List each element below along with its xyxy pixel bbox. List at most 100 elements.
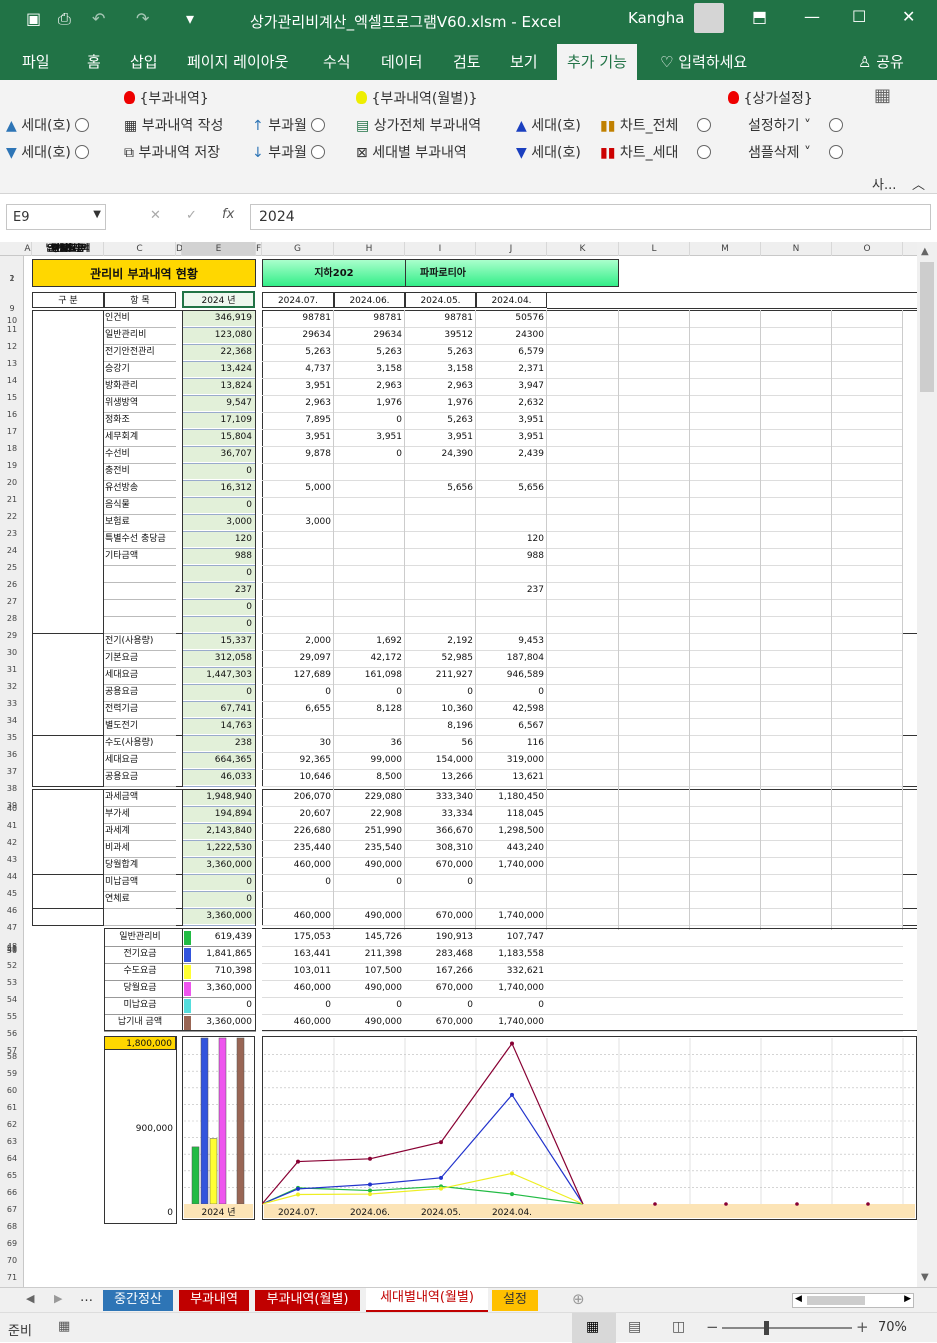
month-value[interactable]	[334, 532, 405, 547]
summary-total[interactable]: 0	[192, 998, 255, 1013]
summary-month-value[interactable]: 190,913	[405, 930, 476, 945]
month-value[interactable]: 6,655	[262, 702, 334, 717]
summary-total[interactable]: 1,841,865	[192, 947, 255, 962]
year-total[interactable]: 0	[183, 464, 255, 479]
write-charges-button[interactable]: ▦ 부과내역 작성	[124, 115, 223, 135]
year-total[interactable]: 120	[183, 532, 255, 547]
item-label[interactable]: 과세금액	[105, 790, 175, 805]
year-total[interactable]: 3,000	[183, 515, 255, 530]
month-value[interactable]: 2,632	[476, 396, 547, 411]
row-header[interactable]: 56	[0, 1029, 24, 1041]
item-label[interactable]: 수도(사용량)	[105, 736, 175, 751]
month-value[interactable]: 42,598	[476, 702, 547, 717]
month-value[interactable]: 6,579	[476, 345, 547, 360]
horizontal-scrollbar[interactable]: ◀ ▶	[792, 1293, 914, 1308]
month-value[interactable]: 3,158	[405, 362, 476, 377]
month-value[interactable]: 0	[262, 875, 334, 890]
row-header[interactable]: 53	[0, 978, 24, 990]
ribbon-display-icon[interactable]: ⬒	[752, 7, 767, 26]
month-value[interactable]	[405, 464, 476, 479]
row-header[interactable]: 70	[0, 1256, 24, 1268]
row-header[interactable]: 16	[0, 410, 24, 422]
bar-3[interactable]	[218, 1037, 227, 1205]
month-value[interactable]	[405, 617, 476, 632]
shop-name[interactable]: 지하202	[262, 259, 406, 287]
month-value[interactable]: 229,080	[334, 790, 405, 805]
row-header[interactable]: 36	[0, 750, 24, 762]
month-value[interactable]: 237	[476, 583, 547, 598]
zoom-level[interactable]: 70%	[878, 1320, 907, 1335]
month-value[interactable]: 2,963	[405, 379, 476, 394]
month-value[interactable]: 3,000	[262, 515, 334, 530]
summary-month-value[interactable]: 103,011	[262, 964, 334, 979]
data-point[interactable]	[439, 1186, 443, 1191]
month-value[interactable]	[405, 498, 476, 513]
column-header[interactable]: A	[24, 242, 32, 256]
summary-month-value[interactable]: 107,747	[476, 930, 547, 945]
month-value[interactable]: 13,621	[476, 770, 547, 785]
year-total[interactable]: 346,919	[183, 311, 255, 326]
month-value[interactable]	[262, 600, 334, 615]
month-value[interactable]	[262, 532, 334, 547]
unit-select-up[interactable]: ▲ 세대(호)	[6, 115, 90, 135]
month-value[interactable]: 127,689	[262, 668, 334, 683]
month-down-button[interactable]: ↓ 부과월	[252, 142, 326, 162]
data-point[interactable]	[510, 1171, 514, 1176]
radio-button[interactable]	[311, 145, 326, 159]
column-header[interactable]: I	[405, 242, 476, 256]
month-value[interactable]	[334, 600, 405, 615]
summary-total[interactable]: 3,360,000	[192, 981, 255, 996]
month-value[interactable]: 1,740,000	[476, 909, 547, 924]
zoom-slider-thumb[interactable]	[764, 1321, 769, 1335]
year-total[interactable]: 123,080	[183, 328, 255, 343]
month-value[interactable]	[262, 498, 334, 513]
month-value[interactable]: 2,963	[262, 396, 334, 411]
summary-month-value[interactable]: 1,740,000	[476, 981, 547, 996]
column-header[interactable]: M	[690, 242, 761, 256]
year-total[interactable]: 16,312	[183, 481, 255, 496]
sheet-tab-settings[interactable]: 설정	[492, 1290, 538, 1311]
item-label[interactable]: 유선방송	[105, 481, 175, 496]
row-header[interactable]: 38	[0, 784, 24, 796]
month-header[interactable]: 2024.05.	[405, 292, 476, 308]
month-value[interactable]	[476, 875, 547, 890]
sheet-tab-interim[interactable]: 중간정산	[103, 1290, 173, 1311]
tab-home[interactable]: 홈	[87, 51, 101, 72]
row-header[interactable]: 45	[0, 889, 24, 901]
page-break-view-icon[interactable]: ◫	[672, 1319, 685, 1335]
print-preview-icon[interactable]: ⎙	[58, 9, 71, 29]
row-header[interactable]: 55	[0, 1012, 24, 1024]
radio-button[interactable]	[829, 145, 844, 159]
prev-sheet-icon[interactable]: ◀	[26, 1292, 34, 1305]
data-point[interactable]	[510, 1092, 514, 1097]
row-header[interactable]: 32	[0, 682, 24, 694]
unit-select-up-2[interactable]: ▲ 세대(호)	[516, 115, 581, 135]
close-button[interactable]: ✕	[902, 7, 915, 26]
summary-month-value[interactable]: 332,621	[476, 964, 547, 979]
month-value[interactable]: 8,196	[405, 719, 476, 734]
row-header[interactable]: 65	[0, 1171, 24, 1183]
row-header[interactable]: 9	[0, 304, 24, 316]
row-header[interactable]: 13	[0, 359, 24, 371]
month-value[interactable]	[476, 498, 547, 513]
year-total[interactable]: 3,360,000	[183, 858, 255, 873]
month-value[interactable]: 8,500	[334, 770, 405, 785]
year-total[interactable]: 14,763	[183, 719, 255, 734]
worksheet-grid[interactable]: ABCDEFGHIJKLMNO 1 2 9 10 11 12 13 14 15 16 17 18 19 2…	[0, 242, 917, 1287]
month-value[interactable]	[334, 498, 405, 513]
row-header[interactable]: 23	[0, 529, 24, 541]
column-header[interactable]: J	[476, 242, 547, 256]
hscroll-thumb[interactable]	[807, 1296, 865, 1305]
summary-month-value[interactable]: 0	[405, 998, 476, 1013]
month-value[interactable]: 1,740,000	[476, 858, 547, 873]
item-label[interactable]: 위생방역	[105, 396, 175, 411]
summary-month-value[interactable]: 670,000	[405, 981, 476, 996]
zoom-in-icon[interactable]: +	[856, 1318, 869, 1336]
month-header[interactable]: 2024.07.	[262, 292, 334, 308]
month-header[interactable]: 2024.04.	[476, 292, 547, 308]
year-total[interactable]: 46,033	[183, 770, 255, 785]
data-point[interactable]	[724, 1202, 728, 1206]
month-value[interactable]: 366,670	[405, 824, 476, 839]
year-total[interactable]: 1,447,303	[183, 668, 255, 683]
column-header[interactable]: O	[832, 242, 903, 256]
